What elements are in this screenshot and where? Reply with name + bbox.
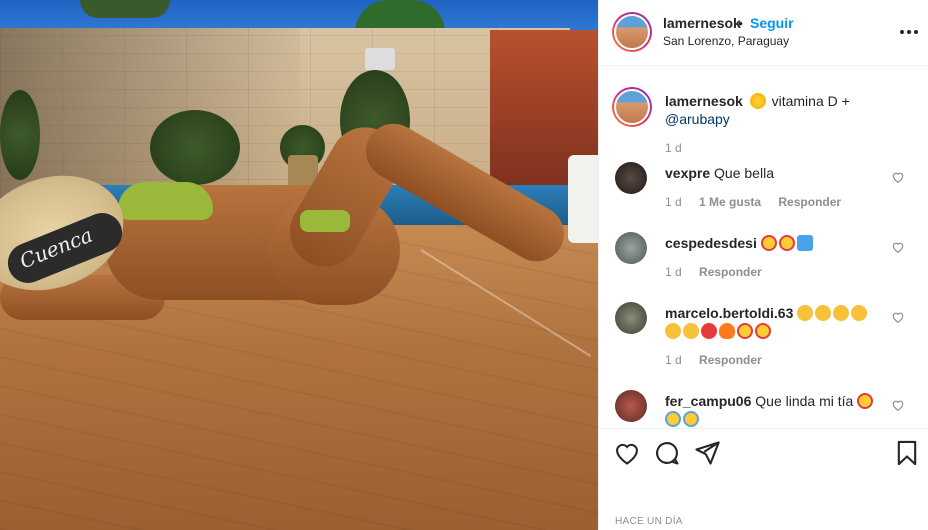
comment-item: cespedesdesi 1 d Responder — [599, 232, 928, 287]
heart-emoji-icon — [701, 323, 717, 339]
post-viewer: Cuenca lamernesok • Seguir San Lorenzo, … — [0, 0, 928, 530]
comments-list[interactable]: lamernesok vitamina D + @arubapy 1 d vex… — [599, 67, 928, 427]
reply-button[interactable]: Responder — [778, 195, 841, 209]
grimace-emoji-icon — [665, 411, 681, 427]
photo-vase — [568, 155, 598, 243]
comment-age[interactable]: 1 d — [665, 195, 682, 209]
caption-mention[interactable]: @arubapy — [665, 111, 730, 127]
photo-shadow — [0, 28, 300, 198]
comment-text: fer_campu06 Que linda mi tía — [665, 392, 885, 427]
caption-text: lamernesok vitamina D + @arubapy — [665, 92, 885, 128]
more-options-icon[interactable] — [899, 18, 919, 41]
author-avatar[interactable] — [612, 12, 652, 52]
commenter-username[interactable]: fer_campu06 — [665, 393, 751, 409]
clap-emoji-icon — [665, 323, 681, 339]
photo-plant — [0, 90, 40, 180]
post-timestamp[interactable]: HACE UN DÍA — [615, 516, 683, 527]
comment-like-heart-icon[interactable] — [891, 240, 905, 254]
comment-age[interactable]: 1 d — [665, 353, 682, 367]
clap-emoji-icon — [797, 305, 814, 321]
caption-body: vitamina D + — [767, 93, 850, 109]
comment-text: vexpre Que bella — [665, 164, 885, 182]
comment-text: marcelo.bertoldi.63 — [665, 304, 885, 340]
comment-like-heart-icon[interactable] — [891, 398, 905, 412]
photo-swimwear-top — [118, 182, 213, 220]
share-icon[interactable] — [693, 439, 721, 467]
comment-like-heart-icon[interactable] — [891, 170, 905, 184]
comment-likes[interactable]: 1 Me gusta — [699, 195, 761, 209]
photo-tree — [80, 0, 170, 18]
clap-emoji-icon — [851, 305, 868, 321]
heart-eyes-emoji-icon — [760, 235, 777, 251]
caption-age[interactable]: 1 d — [665, 141, 682, 155]
comment-text: cespedesdesi — [665, 234, 885, 252]
post-header: lamernesok • Seguir San Lorenzo, Paragua… — [599, 0, 928, 66]
follow-button[interactable]: Seguir — [750, 15, 794, 31]
photo-plant — [150, 110, 240, 185]
reply-button-text: Responder — [699, 353, 762, 367]
commenter-avatar[interactable] — [615, 302, 647, 334]
comment-like-heart-icon[interactable] — [891, 310, 905, 324]
header-separator: • — [738, 15, 743, 31]
commenter-avatar[interactable] — [615, 390, 647, 422]
photo-lamp — [365, 48, 395, 70]
author-username[interactable]: lamernesok — [663, 15, 741, 31]
comment-body: Que bella — [714, 165, 774, 181]
caption: lamernesok vitamina D + @arubapy 1 d — [599, 87, 928, 157]
raised-hands-emoji-icon — [796, 235, 813, 251]
commenter-username[interactable]: marcelo.bertoldi.63 — [665, 305, 793, 321]
clap-emoji-icon — [815, 305, 832, 321]
comment-icon[interactable] — [653, 439, 681, 467]
fire-emoji-icon — [719, 323, 735, 339]
author-avatar-image — [614, 14, 650, 50]
comment-meta: 1 d 1 Me gusta Responder — [665, 195, 855, 209]
caption-meta: 1 d — [665, 141, 696, 155]
commenter-username[interactable]: cespedesdesi — [665, 235, 757, 251]
comment-item: marcelo.bertoldi.63 1 d Responder — [599, 302, 928, 377]
reply-button[interactable]: Responder — [699, 265, 762, 279]
caption-username[interactable]: lamernesok — [665, 93, 743, 109]
clap-emoji-icon — [833, 305, 850, 321]
sun-emoji-icon — [749, 93, 766, 109]
heart-eyes-emoji-icon — [755, 323, 771, 339]
comment-meta: 1 d Responder — [665, 265, 776, 279]
comment-item: vexpre Que bella 1 d 1 Me gusta Responde… — [599, 162, 928, 217]
comment-likes-text: 1 Me gusta — [699, 195, 762, 209]
reply-button-text: Responder — [778, 195, 842, 209]
commenter-avatar[interactable] — [615, 162, 647, 194]
heart-eyes-emoji-icon — [737, 323, 753, 339]
caption-avatar[interactable] — [612, 87, 652, 127]
likes-count-hidden — [611, 470, 771, 486]
comment-body: Que linda mi tía — [755, 393, 854, 409]
post-photo[interactable]: Cuenca — [0, 0, 598, 530]
comment-item: fer_campu06 Que linda mi tía — [599, 390, 928, 427]
post-side-panel: lamernesok • Seguir San Lorenzo, Paragua… — [598, 0, 928, 530]
clap-emoji-icon — [683, 323, 699, 339]
comment-age[interactable]: 1 d — [665, 265, 682, 279]
heart-icon[interactable] — [613, 439, 641, 467]
heart-eyes-emoji-icon — [778, 235, 795, 251]
commenter-avatar[interactable] — [615, 232, 647, 264]
post-actions — [599, 428, 928, 476]
reply-button-text: Responder — [699, 265, 762, 279]
grimace-emoji-icon — [683, 411, 699, 427]
photo-swimwear-bottom — [300, 210, 350, 232]
comment-meta: 1 d Responder — [665, 353, 776, 367]
commenter-username[interactable]: vexpre — [665, 165, 710, 181]
caption-avatar-image — [614, 89, 650, 125]
post-location[interactable]: San Lorenzo, Paraguay — [663, 34, 789, 48]
heart-eyes-emoji-icon — [857, 393, 874, 409]
bookmark-icon[interactable] — [893, 439, 921, 467]
reply-button[interactable]: Responder — [699, 353, 762, 367]
